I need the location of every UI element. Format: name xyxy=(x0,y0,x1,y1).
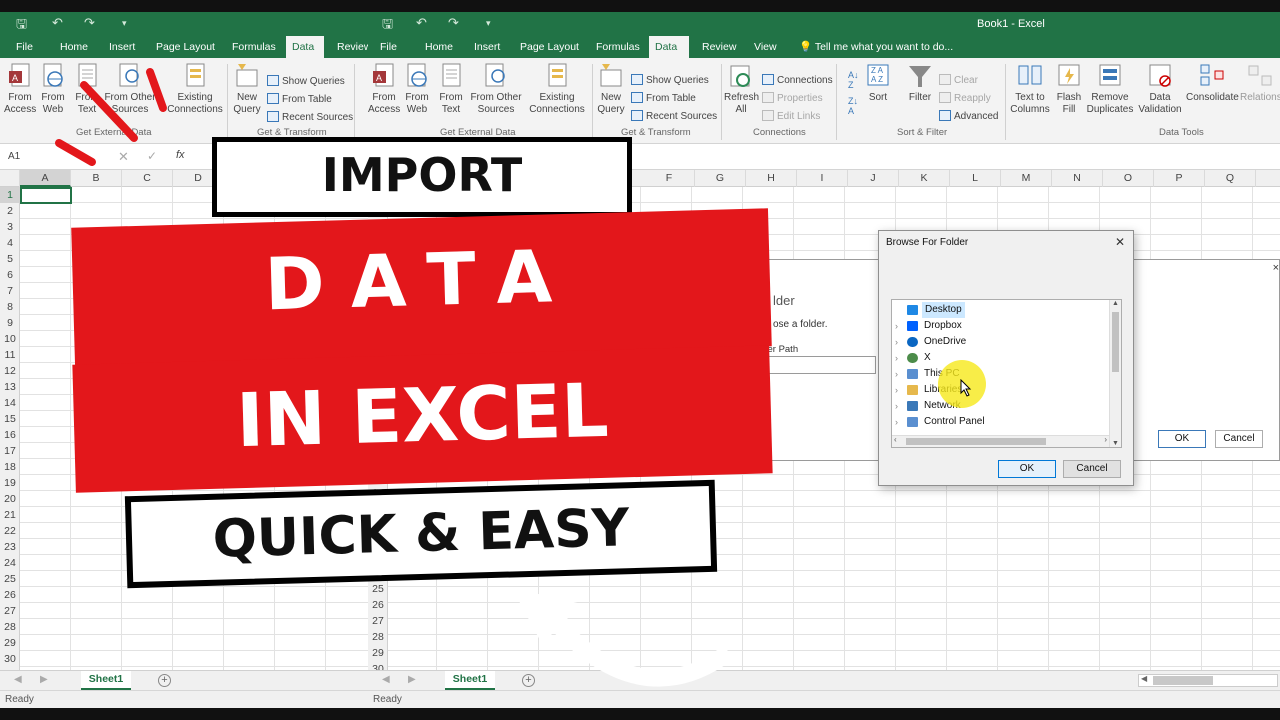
annotation-stroke xyxy=(55,139,96,166)
annotation-stroke xyxy=(80,81,138,142)
banner-quick-easy: QUICK & EASY xyxy=(124,479,718,589)
banner-in-excel-text: IN EXCEL xyxy=(235,367,610,465)
banner-data-text: DATA xyxy=(263,233,579,327)
banner-in-excel: IN EXCEL xyxy=(72,345,773,493)
banner-import-text: IMPORT xyxy=(321,148,523,202)
thumbnail-stage: 🖫 ↶ ↷ ▾ File Home Insert Page Layout For… xyxy=(0,0,1280,720)
curved-arrow-icon xyxy=(512,588,731,687)
banner-import: IMPORT xyxy=(212,137,632,217)
banner-quick-easy-text: QUICK & EASY xyxy=(211,498,631,570)
annotation-stroke xyxy=(146,68,167,112)
banner-data: DATA xyxy=(71,208,772,366)
